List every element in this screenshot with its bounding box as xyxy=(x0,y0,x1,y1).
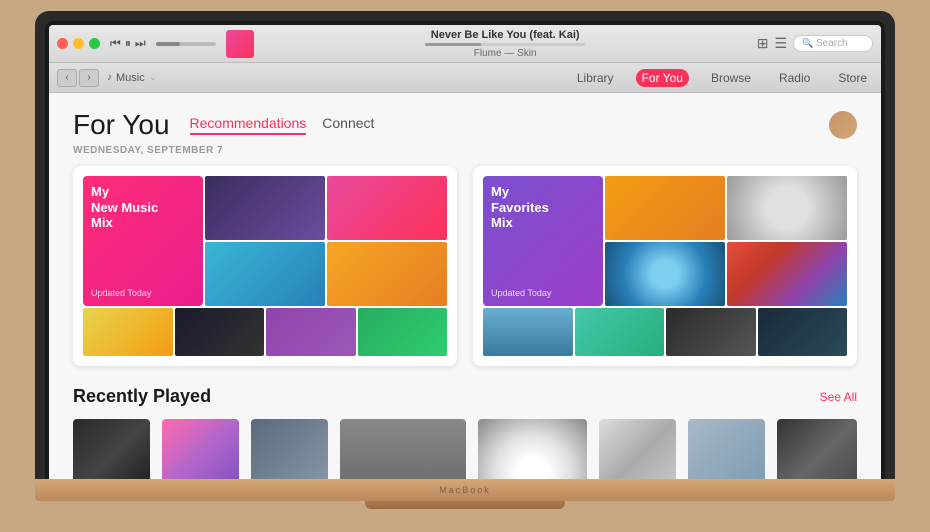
fav-thumb-3 xyxy=(605,242,725,306)
album-art xyxy=(340,419,466,479)
macbook-label: MacBook xyxy=(439,485,491,495)
album-art-mini xyxy=(226,30,254,58)
user-avatar[interactable] xyxy=(829,111,857,139)
new-music-thumb-1 xyxy=(205,176,325,240)
nm-bottom-4 xyxy=(358,308,448,356)
close-button[interactable] xyxy=(57,38,68,49)
album-item[interactable]: Ride into the UnknownBedouin xyxy=(478,419,586,479)
music-note-icon: ♪ xyxy=(107,72,112,83)
rewind-button[interactable]: ⏮ xyxy=(110,36,121,51)
album-item[interactable]: The Soft BounceBeyond The Wizards Sleeve xyxy=(340,419,466,479)
search-icon: 🔍 xyxy=(802,38,813,48)
new-music-thumb-4 xyxy=(327,242,447,306)
screen-bezel: ⏮ ⏸ ⏭ Never Be Like You (feat. Kai) xyxy=(45,21,885,479)
recently-played-title: Recently Played xyxy=(73,386,211,407)
albums-row: GenerationDe LuxMirage - EPElseOlogyGall… xyxy=(73,419,857,479)
new-music-bottom-row xyxy=(83,308,447,356)
page-header: For You Recommendations Connect xyxy=(73,109,857,141)
favorites-mix-card[interactable]: MyFavoritesMix Updated Today xyxy=(473,166,857,366)
nm-bottom-2 xyxy=(175,308,265,356)
album-item[interactable]: Nothing's RealShura xyxy=(599,419,676,479)
back-button[interactable]: ‹ xyxy=(57,69,77,87)
album-item[interactable]: GenerationDe Lux xyxy=(73,419,150,479)
new-music-thumb-3 xyxy=(205,242,325,306)
track-title: Never Be Like You (feat. Kai) xyxy=(431,29,580,41)
album-art xyxy=(688,419,765,479)
tab-for-you[interactable]: For You xyxy=(636,69,689,87)
new-music-mix-card[interactable]: MyNew MusicMix Updated Today xyxy=(73,166,457,366)
page-title: For You xyxy=(73,109,170,141)
subtab-connect[interactable]: Connect xyxy=(322,115,374,135)
tab-radio[interactable]: Radio xyxy=(773,69,816,87)
airplay-icon[interactable]: ⊞ xyxy=(757,35,769,52)
tab-store[interactable]: Store xyxy=(832,69,873,87)
album-art xyxy=(73,419,150,479)
favorites-mix-main: MyFavoritesMix Updated Today xyxy=(483,176,603,306)
list-icon[interactable]: ☰ xyxy=(774,35,787,52)
fast-forward-button[interactable]: ⏭ xyxy=(135,36,146,51)
titlebar: ⏮ ⏸ ⏭ Never Be Like You (feat. Kai) xyxy=(49,25,881,63)
see-all-button[interactable]: See All xyxy=(820,390,857,404)
tab-library[interactable]: Library xyxy=(571,69,620,87)
favorites-grid xyxy=(605,176,847,306)
album-art xyxy=(251,419,328,479)
sub-tabs: Recommendations Connect xyxy=(190,115,375,135)
favorites-updated: Updated Today xyxy=(491,288,551,298)
traffic-lights xyxy=(57,38,100,49)
transport-controls: ⏮ ⏸ ⏭ xyxy=(110,36,146,51)
forward-button[interactable]: › xyxy=(79,69,99,87)
album-art xyxy=(599,419,676,479)
fav-bottom-3 xyxy=(666,308,756,356)
recently-played-header: Recently Played See All xyxy=(73,386,857,407)
fav-thumb-4 xyxy=(727,242,847,306)
album-item[interactable]: New KingdomGIVERS xyxy=(688,419,765,479)
fav-thumb-1 xyxy=(605,176,725,240)
tab-browse[interactable]: Browse xyxy=(705,69,757,87)
album-item[interactable]: Thick as ThievesThe Temper Trap xyxy=(777,419,857,479)
fav-bottom-2 xyxy=(575,308,665,356)
favorites-label: MyFavoritesMix xyxy=(491,184,549,231)
screen-outer: ⏮ ⏸ ⏭ Never Be Like You (feat. Kai) xyxy=(35,11,895,479)
macbook-shell: ⏮ ⏸ ⏭ Never Be Like You (feat. Kai) xyxy=(35,11,895,521)
new-music-label: MyNew MusicMix xyxy=(91,184,158,231)
album-art xyxy=(777,419,857,479)
progress-bar[interactable] xyxy=(425,43,585,46)
breadcrumb: ♪ Music ⌄ xyxy=(107,72,157,84)
fav-bottom-4 xyxy=(758,308,848,356)
new-music-grid xyxy=(205,176,447,306)
nm-bottom-3 xyxy=(266,308,356,356)
album-item[interactable]: Mirage - EPElse xyxy=(162,419,239,479)
nav-tabs: Library For You Browse Radio Store xyxy=(571,69,873,87)
album-art xyxy=(162,419,239,479)
now-playing: Never Be Like You (feat. Kai) Flume — Sk… xyxy=(260,29,751,59)
fav-bottom-1 xyxy=(483,308,573,356)
mix-row: MyNew MusicMix Updated Today xyxy=(73,166,857,366)
date-label: WEDNESDAY, SEPTEMBER 7 xyxy=(73,145,857,156)
new-music-mix-main: MyNew MusicMix Updated Today xyxy=(83,176,203,306)
macbook-base: MacBook xyxy=(35,479,895,501)
breadcrumb-label: Music xyxy=(116,72,145,84)
new-music-updated: Updated Today xyxy=(91,288,151,298)
album-item[interactable]: OlogyGallant xyxy=(251,419,328,479)
album-art xyxy=(478,419,586,479)
right-controls: ⊞ ☰ 🔍 Search xyxy=(757,35,873,52)
new-music-thumb-2 xyxy=(327,176,447,240)
chevron-icon: ⌄ xyxy=(149,72,157,83)
main-content: For You Recommendations Connect WEDNESDA… xyxy=(49,93,881,479)
fav-bottom-row xyxy=(483,308,847,356)
minimize-button[interactable] xyxy=(73,38,84,49)
play-pause-button[interactable]: ⏸ xyxy=(125,36,131,51)
subtab-recommendations[interactable]: Recommendations xyxy=(190,115,307,135)
volume-slider[interactable] xyxy=(156,42,216,46)
nav-arrows: ‹ › xyxy=(57,69,99,87)
search-placeholder: Search xyxy=(816,38,848,49)
screen: ⏮ ⏸ ⏭ Never Be Like You (feat. Kai) xyxy=(49,25,881,479)
track-artist: Flume — Skin xyxy=(474,48,537,59)
maximize-button[interactable] xyxy=(89,38,100,49)
nm-bottom-1 xyxy=(83,308,173,356)
toolbar-nav: ‹ › ♪ Music ⌄ Library For You Browse Rad… xyxy=(49,63,881,93)
fav-thumb-2 xyxy=(727,176,847,240)
search-box[interactable]: 🔍 Search xyxy=(793,35,873,52)
